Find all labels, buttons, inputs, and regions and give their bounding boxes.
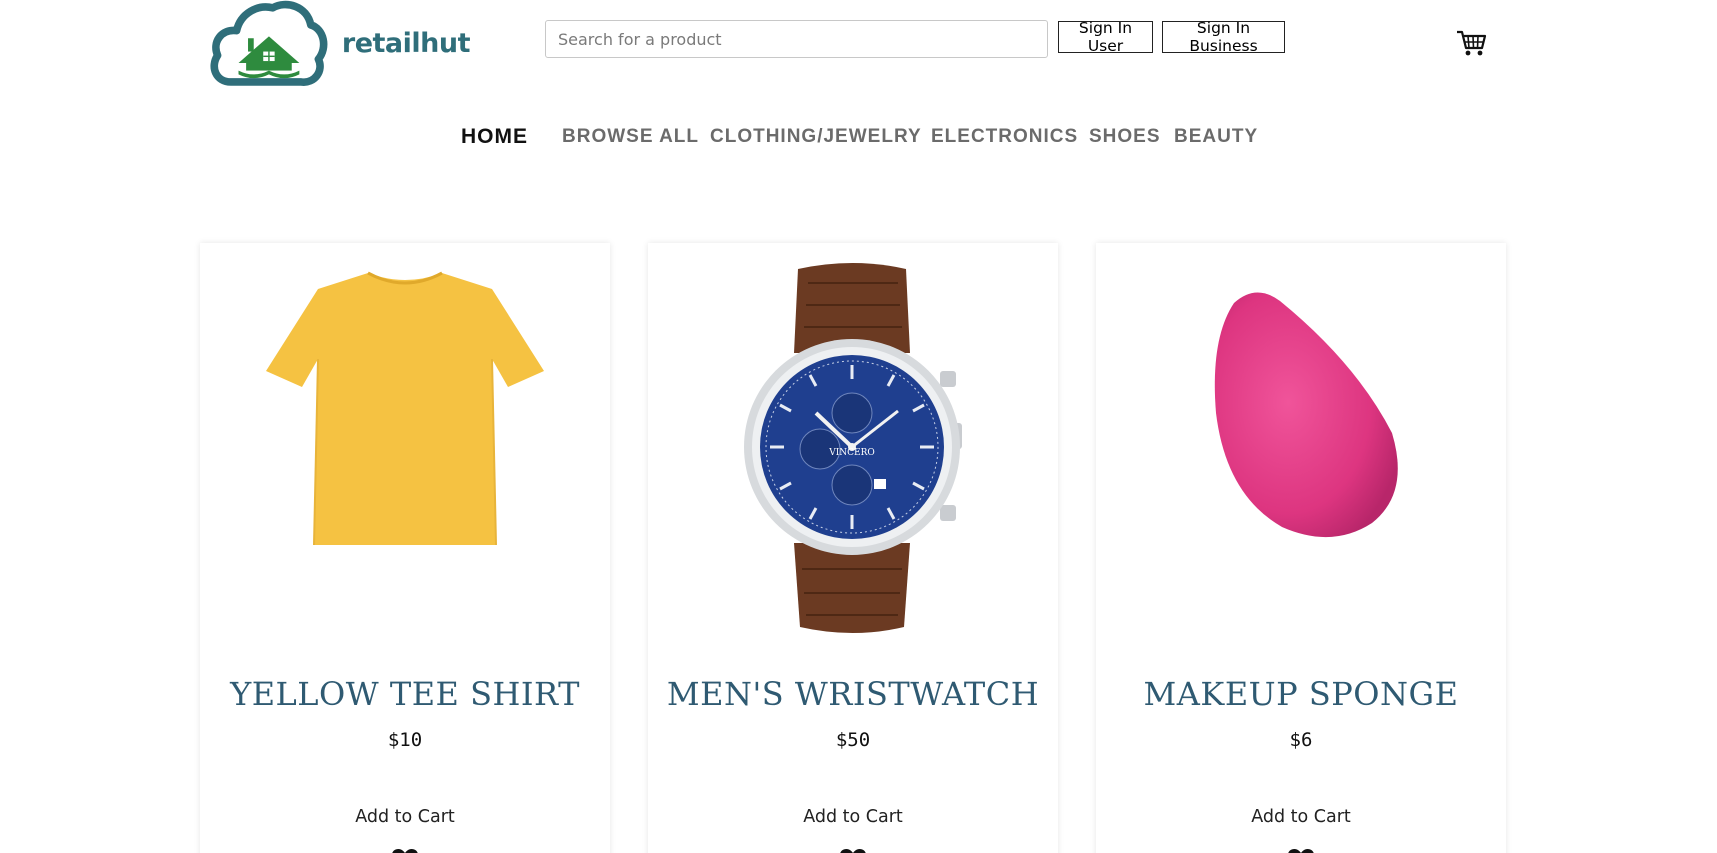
site-header: retailhut Sign In User Sign In Business	[0, 0, 1717, 100]
nav-item-home[interactable]: HOME	[461, 125, 528, 149]
cloud-house-logo-icon	[210, 0, 328, 86]
product-card[interactable]: VINCERO MEN'S WRISTWATCH $50 Add to Cart	[648, 243, 1058, 853]
product-price: $10	[387, 729, 423, 751]
product-price: $50	[835, 729, 871, 751]
product-title[interactable]: YELLOW TEE SHIRT	[200, 675, 610, 713]
product-price: $6	[1289, 729, 1313, 751]
sign-in-business-button[interactable]: Sign In Business	[1162, 19, 1285, 55]
add-to-cart-button[interactable]: Add to Cart	[1096, 807, 1506, 827]
add-to-cart-button[interactable]: Add to Cart	[648, 807, 1058, 827]
cart-icon[interactable]	[1455, 27, 1487, 59]
nav-item-browse-all[interactable]: BROWSE ALL	[562, 126, 699, 148]
product-title[interactable]: MEN'S WRISTWATCH	[648, 675, 1058, 713]
watch-brand-text: VINCERO	[828, 448, 875, 458]
product-card[interactable]: YELLOW TEE SHIRT $10 Add to Cart	[200, 243, 610, 853]
nav-item-beauty[interactable]: BEAUTY	[1174, 126, 1258, 148]
main-nav: HOME BROWSE ALL CLOTHING/JEWELRY ELECTRO…	[0, 125, 1717, 156]
nav-item-electronics[interactable]: ELECTRONICS	[931, 126, 1078, 148]
heart-icon[interactable]	[1288, 849, 1314, 853]
product-title[interactable]: MAKEUP SPONGE	[1096, 675, 1506, 713]
search-input[interactable]	[545, 20, 1048, 58]
yellow-tee-shirt-image[interactable]	[200, 243, 610, 643]
sign-in-user-button[interactable]: Sign In User	[1058, 19, 1153, 55]
brand-logo[interactable]: retailhut	[210, 0, 471, 86]
heart-icon[interactable]	[840, 849, 866, 853]
add-to-cart-button[interactable]: Add to Cart	[200, 807, 610, 827]
mens-wristwatch-image[interactable]: VINCERO	[648, 243, 1058, 643]
brand-name: retailhut	[341, 27, 471, 59]
makeup-sponge-image[interactable]	[1096, 243, 1506, 643]
nav-item-clothing-jewelry[interactable]: CLOTHING/JEWELRY	[710, 126, 922, 148]
heart-icon[interactable]	[392, 849, 418, 853]
product-card[interactable]: MAKEUP SPONGE $6 Add to Cart	[1096, 243, 1506, 853]
nav-item-shoes[interactable]: SHOES	[1089, 126, 1161, 148]
